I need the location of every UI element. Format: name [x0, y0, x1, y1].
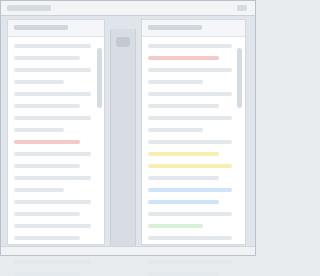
text-line	[148, 92, 232, 96]
title-text-placeholder	[7, 5, 51, 11]
text-line	[148, 44, 232, 48]
text-line	[148, 128, 203, 132]
text-line	[14, 104, 80, 108]
text-line	[14, 236, 80, 240]
text-line	[14, 116, 92, 120]
text-line	[148, 176, 219, 180]
title-bar	[1, 1, 255, 16]
text-line	[148, 104, 219, 108]
text-line	[148, 272, 219, 276]
left-panel-header	[8, 20, 104, 37]
app-window	[0, 0, 256, 276]
text-line	[148, 236, 232, 240]
text-line	[14, 164, 80, 168]
text-line	[14, 92, 92, 96]
text-line	[148, 140, 232, 144]
right-panel-title	[148, 25, 202, 30]
text-line	[14, 272, 80, 276]
right-panel	[141, 19, 246, 276]
text-line	[14, 80, 65, 84]
text-line	[14, 224, 92, 228]
text-line	[148, 260, 232, 264]
highlight-line	[148, 188, 232, 192]
left-panel-content	[14, 44, 98, 276]
highlight-line	[148, 200, 219, 204]
text-line	[14, 260, 92, 264]
text-line	[14, 188, 65, 192]
gutter-handle-icon[interactable]	[116, 37, 130, 47]
text-line	[14, 44, 92, 48]
split-gutter[interactable]	[110, 29, 136, 249]
highlight-line	[148, 56, 219, 60]
right-scrollbar[interactable]	[237, 48, 242, 108]
highlight-line	[148, 152, 219, 156]
text-line	[14, 176, 92, 180]
text-line	[148, 212, 232, 216]
text-line	[14, 152, 92, 156]
highlight-line	[148, 224, 203, 228]
left-scrollbar[interactable]	[97, 48, 102, 108]
text-line	[14, 212, 80, 216]
status-bar	[1, 246, 255, 255]
left-panel-title	[14, 25, 68, 30]
right-panel-content	[148, 44, 239, 276]
text-line	[148, 80, 203, 84]
text-line	[14, 56, 80, 60]
text-line	[148, 68, 232, 72]
text-line	[14, 200, 92, 204]
text-line	[14, 128, 65, 132]
right-panel-header	[142, 20, 245, 37]
highlight-line	[14, 140, 80, 144]
text-line	[148, 116, 232, 120]
text-line	[14, 68, 92, 72]
highlight-line	[148, 164, 232, 168]
window-controls[interactable]	[237, 5, 247, 11]
left-panel	[7, 19, 105, 276]
